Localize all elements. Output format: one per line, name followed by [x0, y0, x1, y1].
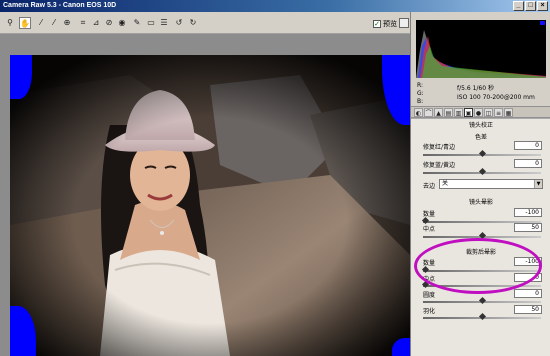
histogram-tab-icon[interactable]: ◐ [414, 108, 423, 117]
fix-red-cyan-value[interactable]: 0 [514, 141, 542, 150]
camera-calibration-tab-icon[interactable]: ◫ [484, 108, 493, 117]
close-icon[interactable]: × [537, 1, 548, 11]
target-adjust-icon[interactable]: ⊕ [61, 17, 73, 29]
window-title: Camera Raw 5.3 - Canon EOS 10D [3, 2, 117, 9]
white-balance-icon[interactable]: ⁄ [35, 17, 47, 29]
fix-blue-yellow-slider[interactable] [423, 167, 541, 176]
feather-value[interactable]: 50 [514, 305, 542, 314]
post-crop-header: 裁剪后晕影 [465, 249, 496, 256]
straighten-icon[interactable]: ⊿ [90, 17, 102, 29]
minimize-icon[interactable]: _ [513, 1, 524, 11]
lens-midpoint-label: 中点 [423, 226, 436, 233]
defringe-label: 去边 [423, 183, 436, 190]
effects-tab-icon[interactable]: ● [474, 108, 483, 117]
feather-label: 羽化 [423, 308, 436, 315]
rgb-label-b: B: [417, 98, 424, 105]
lens-midpoint-slider[interactable] [423, 231, 541, 240]
roundness-value[interactable]: 0 [514, 289, 542, 298]
toolbar: ⚲ ✋ ⁄ ⁄ ⊕ ⌗ ⊿ ⊘ ◉ ✎ ▭ ☰ ↺ ↻ ✓ 预览 [0, 12, 410, 34]
adjustment-brush-icon[interactable]: ✎ [131, 17, 143, 29]
roundness-label: 圆度 [423, 292, 436, 299]
exposure-info: f/5.6 1/60 秒 [457, 85, 494, 92]
camera-info: f/5.6 1/60 秒 ISO 100 70-200@200 mm [457, 84, 547, 102]
crop-amount-value[interactable]: -100 [514, 257, 542, 266]
color-sampler-icon[interactable]: ⁄ [48, 17, 60, 29]
hand-icon[interactable]: ✋ [19, 17, 31, 29]
fullscreen-icon[interactable] [399, 18, 409, 28]
preview-toggle[interactable]: ✓ 预览 [373, 19, 397, 29]
preview-checkbox[interactable]: ✓ [373, 20, 381, 28]
slider-thumb[interactable] [478, 149, 487, 158]
rgb-label-g: G: [417, 90, 424, 97]
chevron-down-icon[interactable]: ▼ [534, 180, 542, 188]
crop-amount-slider[interactable] [421, 265, 541, 274]
slider-thumb[interactable] [478, 167, 487, 176]
red-eye-icon[interactable]: ◉ [116, 17, 128, 29]
split-toning-tab-icon[interactable]: ▥ [454, 108, 463, 117]
graduated-filter-icon[interactable]: ▭ [145, 17, 157, 29]
roundness-slider[interactable] [423, 296, 541, 305]
histogram [416, 20, 546, 78]
slider-thumb[interactable] [421, 216, 430, 225]
crop-icon[interactable]: ⌗ [77, 17, 89, 29]
fix-blue-yellow-value[interactable]: 0 [514, 159, 542, 168]
fix-red-cyan-slider[interactable] [423, 149, 541, 158]
slider-thumb[interactable] [478, 296, 487, 305]
feather-slider[interactable] [423, 312, 541, 321]
preferences-icon[interactable]: ☰ [158, 17, 170, 29]
rgb-label-r: R: [417, 82, 424, 89]
spot-removal-icon[interactable]: ⊘ [103, 17, 115, 29]
slider-thumb[interactable] [478, 312, 487, 321]
lens-vignette-header: 镜头晕影 [468, 199, 493, 206]
detail-tab-icon[interactable]: ▲ [434, 108, 443, 117]
portrait-image [10, 55, 410, 356]
hsl-tab-icon[interactable]: ▤ [444, 108, 453, 117]
iso-lens-info: ISO 100 70-200@200 mm [457, 94, 535, 101]
title-bar: Camera Raw 5.3 - Canon EOS 10D _ □ × [0, 0, 550, 12]
slider-thumb[interactable] [421, 265, 430, 274]
panel-title: 镜头校正 [468, 122, 493, 129]
chromatic-header: 色差 [474, 134, 487, 141]
maximize-icon[interactable]: □ [525, 1, 536, 11]
rotate-left-icon[interactable]: ↺ [173, 17, 185, 29]
rotate-right-icon[interactable]: ↻ [187, 17, 199, 29]
lens-tab-icon[interactable]: ▣ [464, 108, 473, 117]
panel-tabs: ◐ ⌒ ▲ ▤ ▥ ▣ ● ◫ ≡ ▦ [411, 106, 550, 118]
rgb-readout: R: G: B: [417, 82, 424, 106]
zoom-icon[interactable]: ⚲ [4, 17, 16, 29]
fix-blue-yellow-label: 修复蓝/黄边 [423, 162, 456, 169]
tone-curve-tab-icon[interactable]: ⌒ [424, 108, 433, 117]
preview-label: 预览 [383, 20, 397, 28]
defringe-value: 关 [442, 180, 449, 187]
crop-midpoint-slider[interactable] [421, 280, 541, 289]
photo-preview[interactable] [10, 55, 410, 356]
settings-panel: R: G: B: f/5.6 1/60 秒 ISO 100 70-200@200… [410, 12, 550, 356]
fix-red-cyan-label: 修复红/青边 [423, 144, 456, 151]
slider-thumb[interactable] [478, 231, 487, 240]
crop-midpoint-value[interactable]: 0 [514, 273, 542, 282]
lens-amount-value[interactable]: -100 [514, 208, 542, 217]
snapshots-tab-icon[interactable]: ▦ [504, 108, 513, 117]
lens-midpoint-value[interactable]: 50 [514, 223, 542, 232]
presets-tab-icon[interactable]: ≡ [494, 108, 503, 117]
lens-correction-settings: 镜头校正 色差 修复红/青边 0 修复蓝/黄边 0 去边 关 ▼ 镜头晕影 数量… [411, 118, 550, 356]
defringe-select[interactable]: 关 ▼ [439, 179, 543, 189]
